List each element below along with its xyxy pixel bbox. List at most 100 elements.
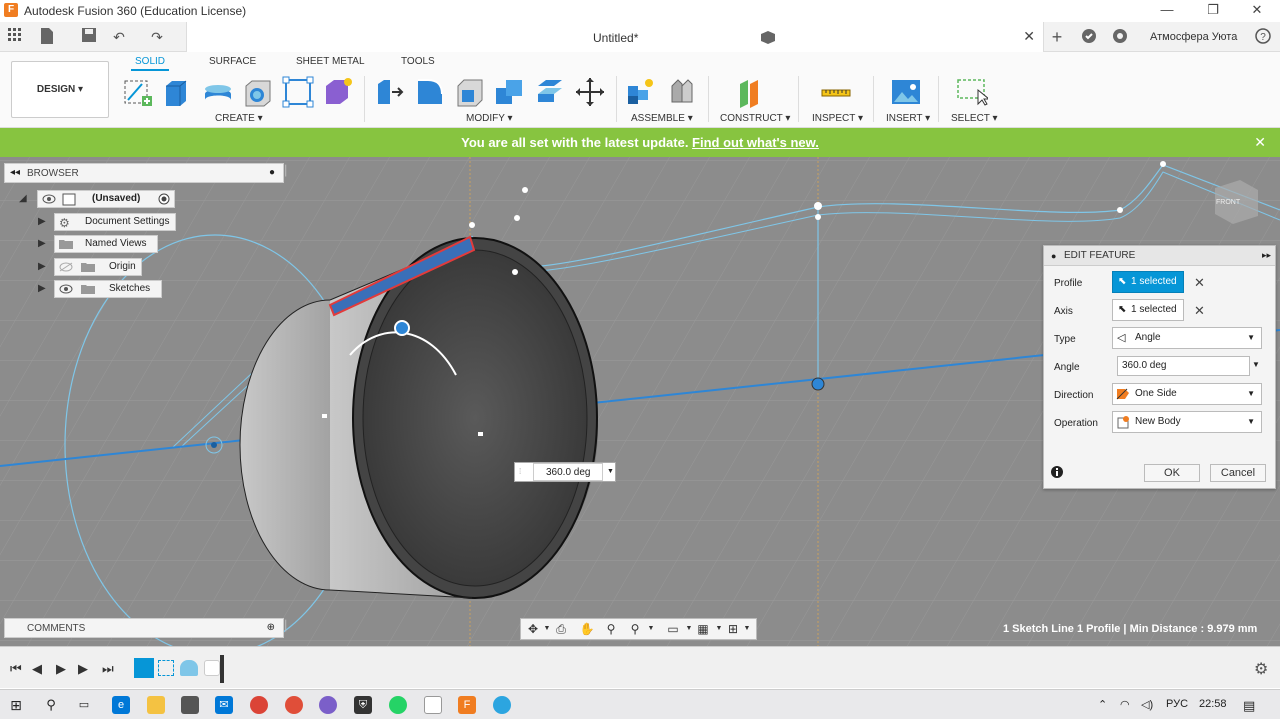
expand-named-views-icon[interactable]: ▶ xyxy=(38,238,46,249)
telegram-icon[interactable] xyxy=(493,696,511,714)
ok-button[interactable]: OK xyxy=(1144,464,1200,482)
step-forward-icon[interactable]: ▶ xyxy=(78,661,88,677)
network-icon[interactable]: ◠ xyxy=(1120,698,1130,711)
notifications-icon[interactable] xyxy=(1111,28,1129,46)
axis-selector[interactable]: ⬉ 1 selected xyxy=(1112,299,1184,321)
direction-dropdown[interactable]: One Side ▼ xyxy=(1112,383,1262,405)
minimize-button[interactable]: — xyxy=(1144,0,1190,22)
maximize-button[interactable]: ❐ xyxy=(1190,0,1236,22)
file-explorer-icon[interactable] xyxy=(147,696,165,714)
joint-icon[interactable] xyxy=(666,76,698,108)
close-tab-icon[interactable]: ✕ xyxy=(1023,28,1035,45)
windows-start-icon[interactable]: ⊞ xyxy=(7,696,25,714)
dialog-expand-icon[interactable]: ▸▸ xyxy=(1262,250,1271,261)
browser-item-sketches[interactable]: Sketches xyxy=(54,280,162,298)
clear-profile-icon[interactable]: ✕ xyxy=(1194,275,1205,291)
tab-sheet-metal[interactable]: SHEET METAL xyxy=(296,56,365,67)
browser-item-named-views[interactable]: Named Views xyxy=(54,235,158,253)
construct-menu[interactable]: CONSTRUCT ▾ xyxy=(720,113,790,124)
go-to-start-icon[interactable]: ⏮ xyxy=(10,661,22,677)
create-form-icon[interactable] xyxy=(322,76,354,108)
inspect-menu[interactable]: INSPECT ▾ xyxy=(812,113,863,124)
mail-icon[interactable]: ✉ xyxy=(215,696,233,714)
expand-document-settings-icon[interactable]: ▶ xyxy=(38,216,46,227)
action-center-icon[interactable]: ▤ xyxy=(1243,698,1255,714)
angle-input[interactable]: 360.0 deg xyxy=(1117,356,1250,376)
whats-new-link[interactable]: Find out what's new. xyxy=(692,135,819,150)
create-menu[interactable]: CREATE ▾ xyxy=(215,113,263,124)
insert-menu[interactable]: INSERT ▾ xyxy=(886,113,930,124)
profile-selector[interactable]: ⬉ 1 selected xyxy=(1112,271,1184,293)
user-account[interactable]: Атмосфера Уюта xyxy=(1150,31,1237,43)
go-to-end-icon[interactable]: ⏭ xyxy=(102,661,114,677)
clock[interactable]: 22:58 xyxy=(1199,698,1227,710)
window-select-icon[interactable] xyxy=(956,76,991,108)
display-settings-icon[interactable]: ▭ xyxy=(665,622,681,636)
store-icon[interactable] xyxy=(181,696,199,714)
language-indicator[interactable]: РУС xyxy=(1166,698,1188,710)
play-icon[interactable]: ▶ xyxy=(56,661,66,677)
angle-dropdown-icon[interactable]: ▼ xyxy=(1252,360,1260,369)
hidden-eye-icon[interactable] xyxy=(59,262,73,278)
timeline-sketch-item[interactable] xyxy=(134,658,154,678)
security-shield-icon[interactable]: ⛨ xyxy=(354,696,372,714)
press-pull-icon[interactable] xyxy=(374,76,406,108)
expand-origin-icon[interactable]: ▶ xyxy=(38,261,46,272)
visibility-eye-icon[interactable] xyxy=(59,284,73,300)
file-menu-icon[interactable] xyxy=(38,28,56,46)
tab-tools[interactable]: TOOLS xyxy=(401,56,435,67)
new-tab-icon[interactable]: + xyxy=(1048,28,1066,46)
new-component-icon[interactable] xyxy=(624,76,656,108)
volume-icon[interactable]: ◁) xyxy=(1141,698,1153,711)
fillet-icon[interactable] xyxy=(414,76,446,108)
redo-icon[interactable]: ↷ xyxy=(148,28,166,46)
pan-hand-icon[interactable]: ✋ xyxy=(579,622,595,636)
notepad-icon[interactable] xyxy=(424,696,442,714)
visibility-eye-icon[interactable] xyxy=(42,194,56,210)
close-notification-icon[interactable]: ✕ xyxy=(1254,128,1266,157)
browser-item-document-settings[interactable]: ⚙ Document Settings xyxy=(54,213,176,231)
angle-manipulator-input[interactable]: ⁞ 360.0 deg ▼ xyxy=(514,462,616,482)
help-icon[interactable]: ? xyxy=(1254,28,1272,46)
root-collapse-icon[interactable]: ◢ xyxy=(19,193,27,204)
timeline-revolve-edit-item[interactable] xyxy=(204,660,220,676)
chrome-icon[interactable] xyxy=(250,696,268,714)
collapse-browser-icon[interactable]: ◂◂ xyxy=(10,167,20,178)
tray-chevron-icon[interactable]: ⌃ xyxy=(1098,698,1107,711)
browser-root-node[interactable]: (Unsaved) xyxy=(37,190,175,208)
tab-solid[interactable]: SOLID xyxy=(130,56,170,71)
grid-apps-icon[interactable] xyxy=(6,28,24,46)
fit-zoom-icon[interactable]: ⚲ xyxy=(627,622,643,636)
timeline-revolve-item[interactable] xyxy=(180,660,198,676)
chevron-down-icon[interactable]: ▼ xyxy=(607,463,614,481)
cancel-button[interactable]: Cancel xyxy=(1210,464,1266,482)
info-icon[interactable] xyxy=(1051,466,1063,481)
revolve-icon[interactable] xyxy=(202,76,234,108)
grid-settings-icon[interactable]: ▦ xyxy=(695,622,711,636)
measure-icon[interactable] xyxy=(820,76,852,108)
app-icon[interactable] xyxy=(319,696,337,714)
add-comment-icon[interactable]: ⊕ xyxy=(267,622,275,633)
search-icon[interactable]: ⚲ xyxy=(42,696,60,714)
timeline-marker[interactable] xyxy=(220,655,224,683)
move-copy-icon[interactable] xyxy=(574,76,606,108)
activate-radio-icon[interactable] xyxy=(158,193,170,211)
step-back-icon[interactable]: ◀ xyxy=(32,661,42,677)
browser-pin-icon[interactable]: ▏ xyxy=(285,166,293,177)
zoom-icon[interactable]: ⚲ xyxy=(603,622,619,636)
chrome-profile-icon[interactable] xyxy=(285,696,303,714)
edge-icon[interactable]: e xyxy=(112,696,130,714)
tab-surface[interactable]: SURFACE xyxy=(209,56,256,67)
look-at-icon[interactable]: ⎙ xyxy=(553,622,569,636)
insert-image-icon[interactable] xyxy=(890,76,922,108)
extrude-icon[interactable] xyxy=(162,76,194,108)
browser-item-origin[interactable]: Origin xyxy=(54,258,142,276)
expand-sketches-icon[interactable]: ▶ xyxy=(38,283,46,294)
workspace-switcher[interactable]: DESIGN ▾ xyxy=(11,61,109,118)
rectangular-pattern-icon[interactable] xyxy=(282,76,314,108)
modify-menu[interactable]: MODIFY ▾ xyxy=(466,113,513,124)
select-menu[interactable]: SELECT ▾ xyxy=(951,113,998,124)
timeline-settings-gear-icon[interactable]: ⚙ xyxy=(1254,659,1268,679)
type-dropdown[interactable]: ◁ Angle ▼ xyxy=(1112,327,1262,349)
save-icon[interactable] xyxy=(80,28,98,46)
